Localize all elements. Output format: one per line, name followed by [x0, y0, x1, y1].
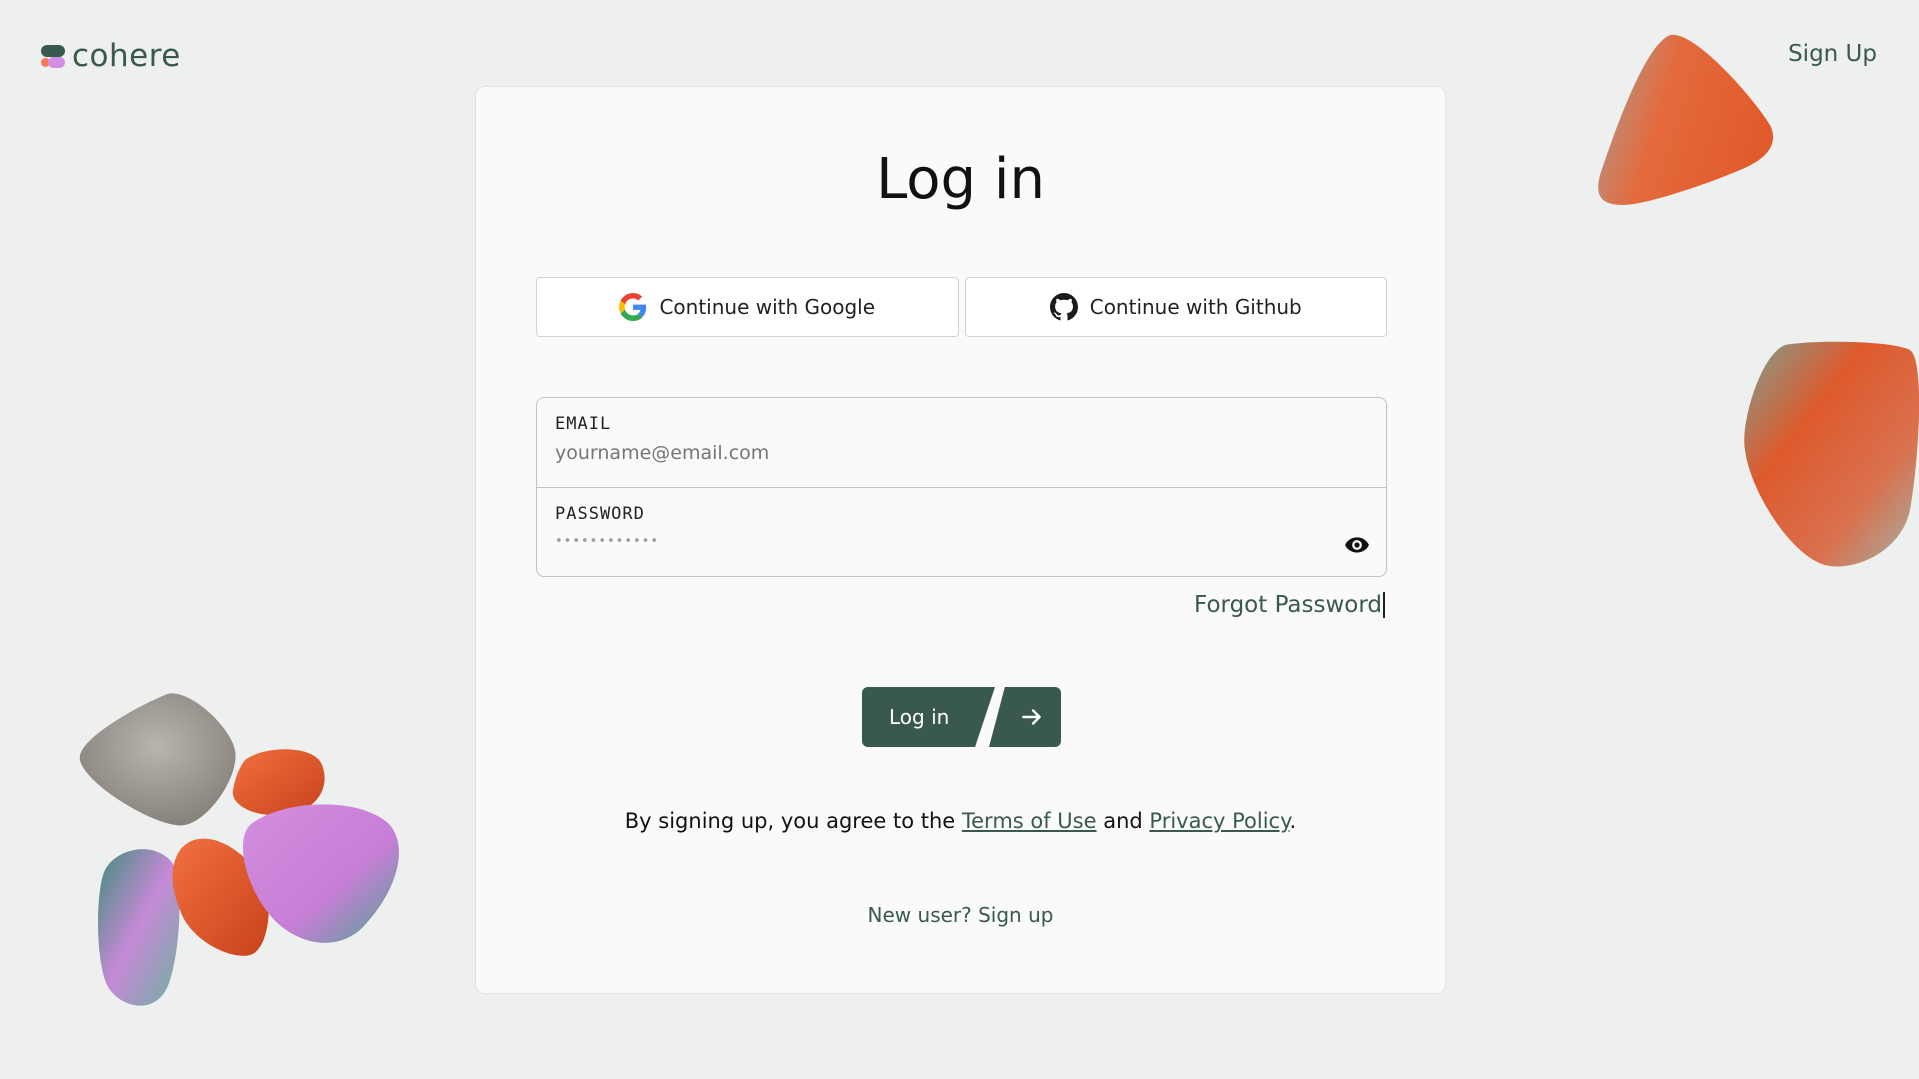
login-arrow-button[interactable] — [989, 687, 1061, 747]
new-user-prefix: New user? — [867, 903, 979, 927]
credentials-form: EMAIL PASSWORD •••••••••••• — [536, 397, 1387, 577]
terms-and: and — [1096, 809, 1150, 833]
decorative-shape-top-right — [1598, 34, 1774, 206]
decorative-pebble-cluster — [79, 693, 399, 1006]
email-label: EMAIL — [555, 414, 612, 434]
google-icon — [619, 293, 647, 321]
page-title: Log in — [876, 147, 1045, 212]
new-user-sign-up-link[interactable]: Sign up — [978, 903, 1053, 927]
login-button-group: Log in — [862, 687, 1061, 747]
github-button-label: Continue with Github — [1089, 295, 1302, 319]
cohere-logo[interactable]: cohere — [40, 38, 181, 74]
sign-up-link[interactable]: Sign Up — [1788, 41, 1877, 67]
new-user-prompt: New user? Sign up — [476, 903, 1445, 927]
email-field: EMAIL — [537, 398, 1386, 487]
terms-notice: By signing up, you agree to the Terms of… — [476, 809, 1445, 833]
terms-suffix: . — [1289, 809, 1297, 833]
privacy-policy-link[interactable]: Privacy Policy — [1149, 809, 1289, 833]
continue-with-google-button[interactable]: Continue with Google — [536, 277, 959, 337]
password-label: PASSWORD — [555, 504, 645, 524]
decorative-shape-right — [1744, 341, 1919, 567]
login-button[interactable]: Log in — [862, 687, 995, 747]
arrow-right-icon — [1022, 709, 1041, 725]
terms-of-use-link[interactable]: Terms of Use — [962, 809, 1097, 833]
cohere-logo-icon — [40, 41, 66, 71]
google-button-label: Continue with Google — [659, 295, 876, 319]
password-input[interactable]: •••••••••••• — [555, 534, 1368, 549]
login-card: Log in Continue with Google Continue wit… — [475, 86, 1446, 994]
email-input[interactable] — [555, 442, 1315, 464]
password-field: PASSWORD •••••••••••• — [537, 487, 1386, 576]
continue-with-github-button[interactable]: Continue with Github — [964, 277, 1387, 337]
forgot-password-link[interactable]: Forgot Password — [1194, 592, 1385, 618]
logo-text: cohere — [72, 38, 181, 74]
oauth-buttons: Continue with Google Continue with Githu… — [536, 277, 1387, 337]
eye-icon[interactable] — [1344, 532, 1370, 558]
github-icon — [1049, 293, 1078, 321]
terms-prefix: By signing up, you agree to the — [624, 809, 962, 833]
